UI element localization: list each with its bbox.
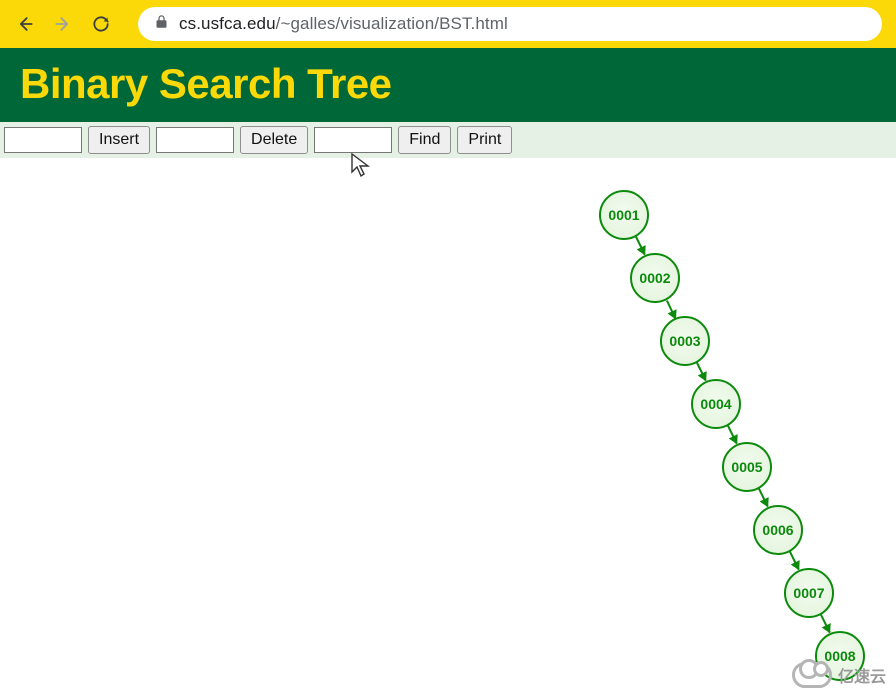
browser-toolbar: cs.usfca.edu/~galles/visualization/BST.h… [0,0,896,48]
tree-node[interactable]: 0002 [630,253,680,303]
forward-button[interactable] [52,13,74,35]
tree-edge [635,237,646,256]
tree-node[interactable]: 0007 [784,568,834,618]
tree-node[interactable]: 0004 [691,379,741,429]
url-text: cs.usfca.edu/~galles/visualization/BST.h… [179,14,508,34]
arrow-left-icon [15,14,35,34]
tree-edge [727,426,738,445]
insert-button[interactable]: Insert [88,126,150,154]
find-input[interactable] [314,127,392,153]
url-path: /~galles/visualization/BST.html [276,14,508,33]
tree-node[interactable]: 0003 [660,316,710,366]
watermark-text: 亿速云 [838,663,886,687]
lock-icon [154,14,169,34]
tree-node[interactable]: 0006 [753,505,803,555]
page-title: Binary Search Tree [20,60,876,108]
visualization-canvas[interactable]: 00010002000300040005000600070008 [0,158,896,696]
delete-button[interactable]: Delete [240,126,308,154]
insert-input[interactable] [4,127,82,153]
watermark: 亿速云 [792,662,886,688]
arrow-right-icon [53,14,73,34]
tree-edge [666,300,676,319]
find-button[interactable]: Find [398,126,451,154]
delete-input[interactable] [156,127,234,153]
tree-node[interactable]: 0005 [722,442,772,492]
reload-button[interactable] [90,13,112,35]
cloud-icon [792,662,832,688]
tree-edge [696,363,707,382]
address-bar[interactable]: cs.usfca.edu/~galles/visualization/BST.h… [138,7,882,41]
back-button[interactable] [14,13,36,35]
tree-edge [820,615,831,634]
control-toolbar: Insert Delete Find Print [0,122,896,158]
url-host: cs.usfca.edu [179,14,276,33]
print-button[interactable]: Print [457,126,512,154]
tree-node[interactable]: 0001 [599,190,649,240]
reload-icon [91,14,111,34]
tree-edge [758,489,769,508]
tree-edge [789,552,800,571]
page-header: Binary Search Tree [0,48,896,122]
